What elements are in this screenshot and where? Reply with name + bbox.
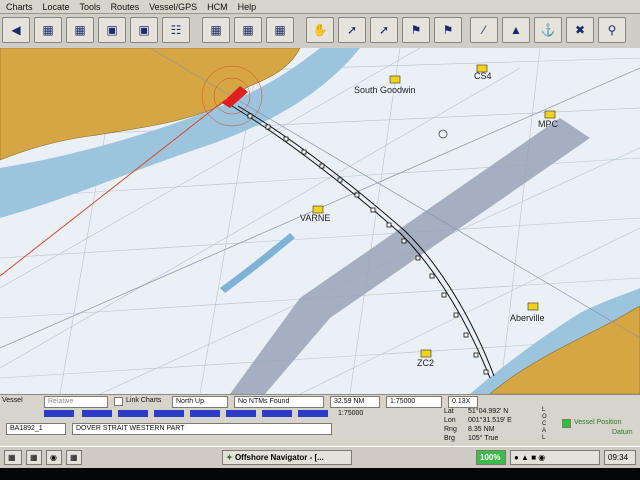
chart-name-field: DOVER STRAIT WESTERN PART <box>72 423 332 435</box>
clock: 09:34 <box>604 450 636 465</box>
triangle-icon: ▲ <box>510 23 522 37</box>
offshore-navigator-screen: Charts Locate Tools Routes Vessel/GPS HC… <box>0 0 640 480</box>
chart-button[interactable]: ▦ <box>66 17 94 43</box>
menu-charts[interactable]: Charts <box>6 2 33 12</box>
menu-locate[interactable]: Locate <box>43 2 70 12</box>
brg-label: Brg <box>444 435 455 442</box>
start-icon: ▦ <box>8 453 16 462</box>
taskbar-app-label: Offshore Navigator - [... <box>234 453 324 462</box>
route-line-1[interactable] <box>231 105 491 379</box>
mode-letters: L O C A L <box>542 407 547 441</box>
orientation-dropdown[interactable]: North Up <box>172 396 228 408</box>
target-button[interactable]: ✖ <box>566 17 594 43</box>
light-symbol <box>438 129 448 139</box>
menu-help[interactable]: Help <box>238 2 257 12</box>
label-varne: VARNE <box>300 213 330 223</box>
triangle-button[interactable]: ▲ <box>502 17 530 43</box>
menu-bar: Charts Locate Tools Routes Vessel/GPS HC… <box>0 0 640 14</box>
zoom-badge[interactable]: 100% <box>476 450 506 465</box>
tray-icons: ● ▲ ■ ◉ <box>514 453 546 462</box>
overlay-icon: ☷ <box>170 23 182 37</box>
scale-icon: ▣ <box>138 23 150 37</box>
vessel-position-label: Vessel Position <box>574 419 622 426</box>
zoom-out-button[interactable]: ◀ <box>2 17 30 43</box>
start-button[interactable]: ▦ <box>4 450 22 465</box>
desktop-icon: ▦ <box>30 453 38 462</box>
brg-value: 105° True <box>468 435 499 442</box>
scale-button[interactable]: ▣ <box>98 17 126 43</box>
system-tray: ● ▲ ■ ◉ <box>510 450 600 465</box>
quicklaunch-3[interactable]: ▦ <box>66 450 82 465</box>
hand-icon: ✋ <box>312 23 328 37</box>
label-mpc: MPC <box>538 119 559 129</box>
link-charts-label: Link Charts <box>126 397 162 404</box>
layers-button[interactable]: ▦ <box>202 17 230 43</box>
zoom-in-icon: ⚲ <box>607 23 617 37</box>
chart-id-field: BA1892_1 <box>6 423 66 435</box>
zoom-out-icon: ◀ <box>11 23 21 37</box>
menu-tools[interactable]: Tools <box>80 2 101 12</box>
menu-hcm[interactable]: HCM <box>207 2 228 12</box>
route-button[interactable]: ➚ <box>338 17 366 43</box>
status-panel: Vessel Relative Link Charts North Up No … <box>0 394 640 447</box>
label-zc2: ZC2 <box>417 358 434 368</box>
target-icon: ✖ <box>574 23 586 37</box>
anchor-button[interactable]: ⚓ <box>534 17 562 43</box>
monitor-bezel <box>0 468 640 480</box>
taskbar: ▦ ▦ ◉ ▦ ✦ Offshore Navigator - [... 100%… <box>0 446 640 469</box>
overlay-button[interactable]: ☷ <box>162 17 190 43</box>
chart-icon: ▦ <box>74 23 86 37</box>
scale-button-2[interactable]: ▣ <box>130 17 158 43</box>
layers-icon: ▦ <box>210 23 222 37</box>
browser-icon: ◉ <box>50 453 57 462</box>
chart-select-icon: ▦ <box>42 23 54 37</box>
label-cs4: CS4 <box>474 71 492 81</box>
chart-select-button[interactable]: ▦ <box>34 17 62 43</box>
goto-button[interactable]: ⚑ <box>402 17 430 43</box>
taskbar-app-offshore-navigator[interactable]: ✦ Offshore Navigator - [... <box>222 450 352 465</box>
hand-button[interactable]: ✋ <box>306 17 334 43</box>
vessel-label: Vessel <box>2 397 23 404</box>
quicklaunch-2[interactable]: ◉ <box>46 450 62 465</box>
menu-routes[interactable]: Routes <box>111 2 140 12</box>
chart-canvas[interactable]: South Goodwin CS4 MPC VARNE Aberville ZC… <box>0 48 640 394</box>
mark-button[interactable]: ⚑ <box>434 17 462 43</box>
zoom-in-button[interactable]: ⚲ <box>598 17 626 43</box>
chart-folder-icon: ▦ <box>242 23 254 37</box>
app-icon: ✦ <box>226 453 233 462</box>
route-icon: ➚ <box>346 23 358 37</box>
measure-button[interactable]: ∕ <box>470 17 498 43</box>
quicklaunch-1[interactable]: ▦ <box>26 450 42 465</box>
display-button[interactable]: ▦ <box>266 17 294 43</box>
measure-icon: ∕ <box>482 23 485 37</box>
goto-icon: ⚑ <box>410 23 422 37</box>
route-edit-button[interactable]: ➚ <box>370 17 398 43</box>
toolbar: ◀ ▦ ▦ ▣ ▣ ☷ ▦ ▦ ▦ ✋ ➚ ➚ ⚑ ⚑ ∕ ▲ ⚓ ✖ ⚲ <box>0 14 640 49</box>
anchor-icon: ⚓ <box>540 23 556 37</box>
scale-icon: ▣ <box>106 23 118 37</box>
folder-icon: ▦ <box>70 453 78 462</box>
label-aberville: Aberville <box>510 313 545 323</box>
display-icon: ▦ <box>274 23 286 37</box>
chart-folder-button[interactable]: ▦ <box>234 17 262 43</box>
scale-field: 1:75000 <box>386 396 442 408</box>
menu-vessel-gps[interactable]: Vessel/GPS <box>149 2 197 12</box>
vessel-position-indicator[interactable] <box>562 419 571 428</box>
scale-bar-label: 1:75000 <box>338 410 364 417</box>
ntm-dropdown[interactable]: No NTMs Found <box>234 396 324 408</box>
mark-icon: ⚑ <box>442 23 454 37</box>
nautical-chart[interactable]: South Goodwin CS4 MPC VARNE Aberville ZC… <box>0 48 640 394</box>
vessel-dropdown[interactable]: Relative <box>44 396 108 408</box>
range-field: 32.59 NM <box>330 396 380 408</box>
route-edit-icon: ➚ <box>378 23 390 37</box>
link-charts-checkbox[interactable] <box>114 397 123 406</box>
datum-label: Datum <box>612 429 633 436</box>
label-south-goodwin: South Goodwin <box>354 85 416 95</box>
